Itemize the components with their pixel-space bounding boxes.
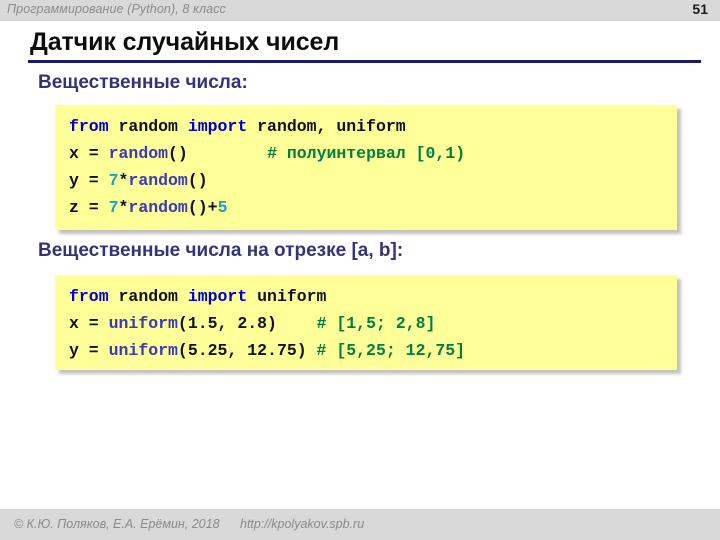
code-token-plain: (1.5, 2.8) xyxy=(177,314,277,333)
code-token-fn: random xyxy=(128,198,188,217)
code-token-plain: ()+ xyxy=(187,198,218,217)
code-token-plain: y = xyxy=(69,341,109,360)
code-token-plain: random xyxy=(118,287,188,306)
code-token-num: 7 xyxy=(108,198,119,217)
code-token-kw: import xyxy=(187,287,258,306)
code-line: x = random() # полуинтервал [0,1) xyxy=(69,140,677,167)
footer-url[interactable]: http://kpolyakov.spb.ru xyxy=(240,517,364,531)
code-line: from random import random, uniform xyxy=(69,113,677,140)
code-token-kw: from xyxy=(69,117,119,136)
code-line: from random import uniform xyxy=(69,283,677,310)
code-token-plain: y = xyxy=(69,171,109,190)
code-line: x = uniform(1.5, 2.8) # [1,5; 2,8] xyxy=(69,310,677,337)
code-token-plain: x = xyxy=(69,314,109,333)
code-token-plain: (5.25, 12.75) xyxy=(177,341,317,360)
code-token-plain: random, uniform xyxy=(257,117,406,136)
code-token-kw: import xyxy=(187,117,258,136)
code-token-fn: uniform xyxy=(108,341,178,360)
code-token-comment: # [1,5; 2,8] xyxy=(316,314,436,333)
footer-copyright: © К.Ю. Поляков, Е.А. Ерёмин, 2018 xyxy=(14,517,220,531)
code-token-num: 5 xyxy=(217,198,228,217)
code-token-fn: uniform xyxy=(108,314,178,333)
code-token-kw: from xyxy=(69,287,119,306)
code-token-plain: z = xyxy=(69,198,109,217)
code-token-fn: random xyxy=(108,144,169,163)
code-token-plain: uniform xyxy=(257,287,327,306)
code-token-plain: () xyxy=(187,171,208,190)
page-number: 51 xyxy=(692,1,708,17)
code-block-uniform: from random import uniform x = uniform(1.… xyxy=(55,275,677,370)
code-token-fn: random xyxy=(128,171,188,190)
code-token-plain: * xyxy=(118,171,129,190)
code-token-comment: # [5,25; 12,75] xyxy=(316,341,466,360)
code-token-plain: () xyxy=(168,144,188,163)
code-token-plain: random xyxy=(118,117,188,136)
code-token-plain: * xyxy=(118,198,129,217)
page-title: Датчик случайных чисел xyxy=(30,28,340,56)
title-divider xyxy=(28,60,701,63)
code-line: y = uniform(5.25, 12.75) # [5,25; 12,75] xyxy=(69,337,677,364)
code-line: z = 7*random()+5 xyxy=(69,194,677,221)
section-subtitle-interval: Вещественные числа на отрезке [a, b]: xyxy=(38,240,404,261)
course-label: Программирование (Python), 8 класс xyxy=(7,2,226,16)
code-line: y = 7*random() xyxy=(69,167,677,194)
code-token-num: 7 xyxy=(108,171,119,190)
section-subtitle-real-numbers: Вещественные числа: xyxy=(38,72,248,93)
code-token-comment: # полуинтервал [0,1) xyxy=(267,144,466,163)
code-block-random: from random import random, uniform x = ra… xyxy=(55,105,677,230)
code-token-plain: x = xyxy=(69,144,109,163)
